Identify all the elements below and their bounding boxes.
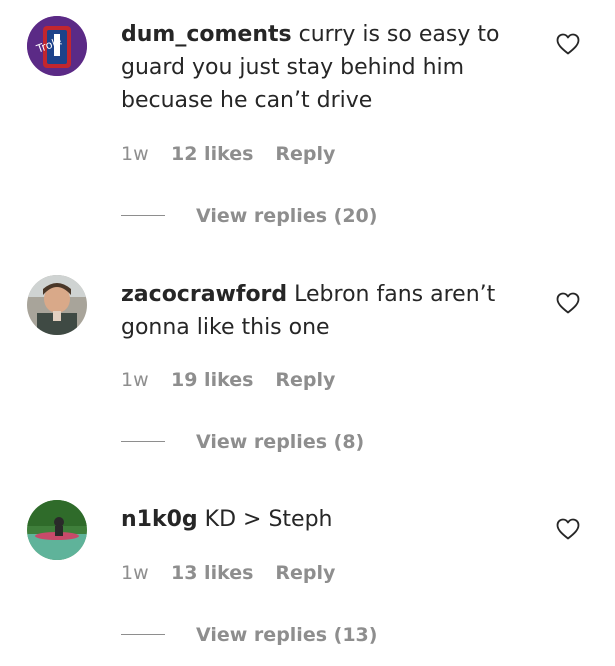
comment-meta: 1w 13 likes Reply xyxy=(121,562,335,584)
comment-text: n1k0g KD > Steph xyxy=(121,503,541,536)
comment-username[interactable]: n1k0g xyxy=(121,507,198,532)
view-replies-label: View replies (13) xyxy=(196,624,378,646)
comment-item: n1k0g KD > Steph 1w 13 likes Reply View re… xyxy=(0,0,615,666)
view-replies-button[interactable]: View replies (13) xyxy=(121,624,377,646)
comment-time: 1w xyxy=(121,562,149,584)
comment-likes[interactable]: 13 likes xyxy=(171,562,253,584)
avatar-icon xyxy=(27,500,87,560)
heart-icon[interactable] xyxy=(556,518,580,540)
reply-button[interactable]: Reply xyxy=(275,562,335,584)
avatar[interactable] xyxy=(27,500,87,560)
replies-divider xyxy=(121,634,165,635)
comment-body: KD > Steph xyxy=(204,507,333,532)
